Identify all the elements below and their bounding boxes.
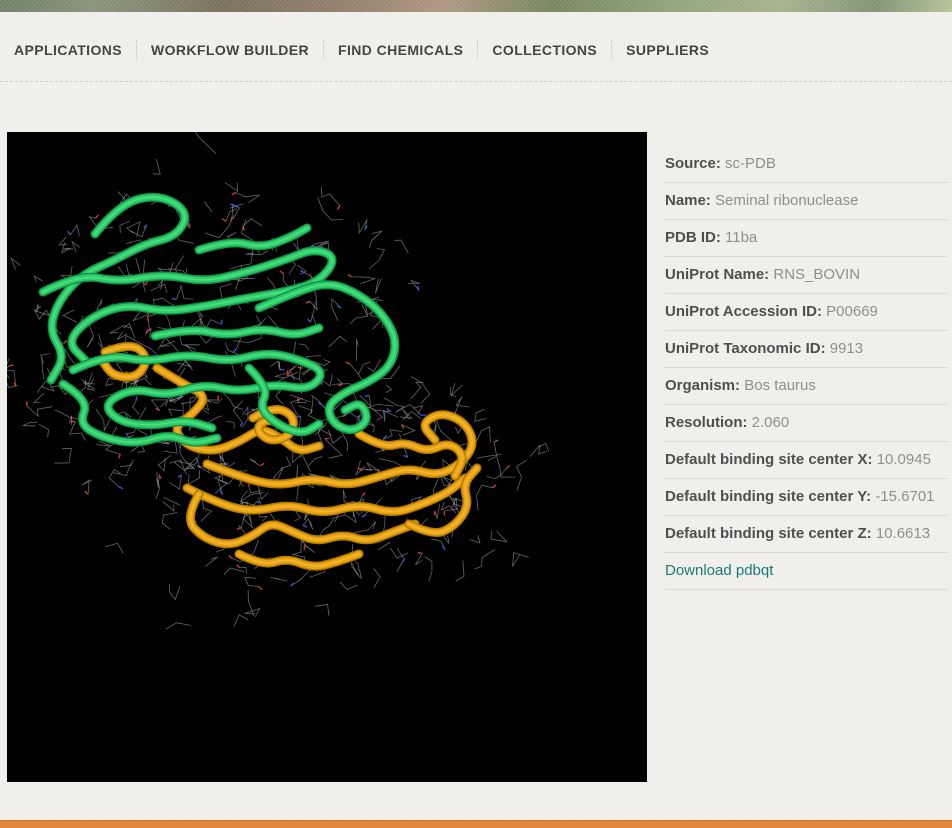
- info-value: 10.0945: [877, 451, 931, 468]
- main-navigation: APPLICATIONS WORKFLOW BUILDER FIND CHEMI…: [0, 12, 952, 82]
- nav-item-suppliers[interactable]: SUPPLIERS: [612, 40, 723, 60]
- info-value: -15.6701: [875, 488, 934, 505]
- info-row-binding-center-y: Default binding site center Y: -15.6701: [665, 479, 948, 516]
- nav-item-applications[interactable]: APPLICATIONS: [14, 40, 137, 60]
- info-row-uniprot-accession-id: UniProt Accession ID: P00669: [665, 294, 948, 331]
- info-row-binding-center-x: Default binding site center X: 10.0945: [665, 442, 948, 479]
- footer-accent-bar: [0, 820, 952, 828]
- nav-item-collections[interactable]: COLLECTIONS: [478, 40, 612, 60]
- info-value: Bos taurus: [744, 377, 816, 394]
- info-value: sc-PDB: [725, 155, 776, 172]
- info-value: 10.6613: [876, 525, 930, 542]
- info-label: UniProt Name:: [665, 266, 769, 283]
- info-value: Seminal ribonuclease: [715, 192, 858, 209]
- info-value: 11ba: [725, 229, 757, 246]
- info-row-resolution: Resolution: 2.060: [665, 405, 948, 442]
- info-label: PDB ID:: [665, 229, 721, 246]
- info-label: Organism:: [665, 377, 740, 394]
- nav-item-workflow-builder[interactable]: WORKFLOW BUILDER: [137, 40, 324, 60]
- molecule-viewer[interactable]: [7, 132, 647, 782]
- info-label: Default binding site center Y:: [665, 488, 871, 505]
- info-row-uniprot-taxonomic-id: UniProt Taxonomic ID: 9913: [665, 331, 948, 368]
- info-value: P00669: [826, 303, 878, 320]
- info-row-binding-center-z: Default binding site center Z: 10.6613: [665, 516, 948, 553]
- info-value: RNS_BOVIN: [773, 266, 860, 283]
- info-label: UniProt Accession ID:: [665, 303, 822, 320]
- info-label: UniProt Taxonomic ID:: [665, 340, 826, 357]
- download-pdbqt-link[interactable]: Download pdbqt: [665, 562, 773, 579]
- info-label: Default binding site center X:: [665, 451, 873, 468]
- info-value: 9913: [830, 340, 863, 357]
- protein-info-panel: Source: sc-PDB Name: Seminal ribonucleas…: [665, 132, 948, 590]
- info-value: 2.060: [752, 414, 790, 431]
- header-banner-image: [0, 0, 952, 12]
- info-label: Resolution:: [665, 414, 748, 431]
- info-label: Default binding site center Z:: [665, 525, 872, 542]
- info-label: Name:: [665, 192, 711, 209]
- info-row-pdb-id: PDB ID: 11ba: [665, 220, 948, 257]
- nav-item-find-chemicals[interactable]: FIND CHEMICALS: [324, 40, 478, 60]
- info-row-download: Download pdbqt: [665, 553, 948, 590]
- info-row-organism: Organism: Bos taurus: [665, 368, 948, 405]
- info-row-uniprot-name: UniProt Name: RNS_BOVIN: [665, 257, 948, 294]
- info-label: Source:: [665, 155, 721, 172]
- info-row-source: Source: sc-PDB: [665, 146, 948, 183]
- info-row-name: Name: Seminal ribonuclease: [665, 183, 948, 220]
